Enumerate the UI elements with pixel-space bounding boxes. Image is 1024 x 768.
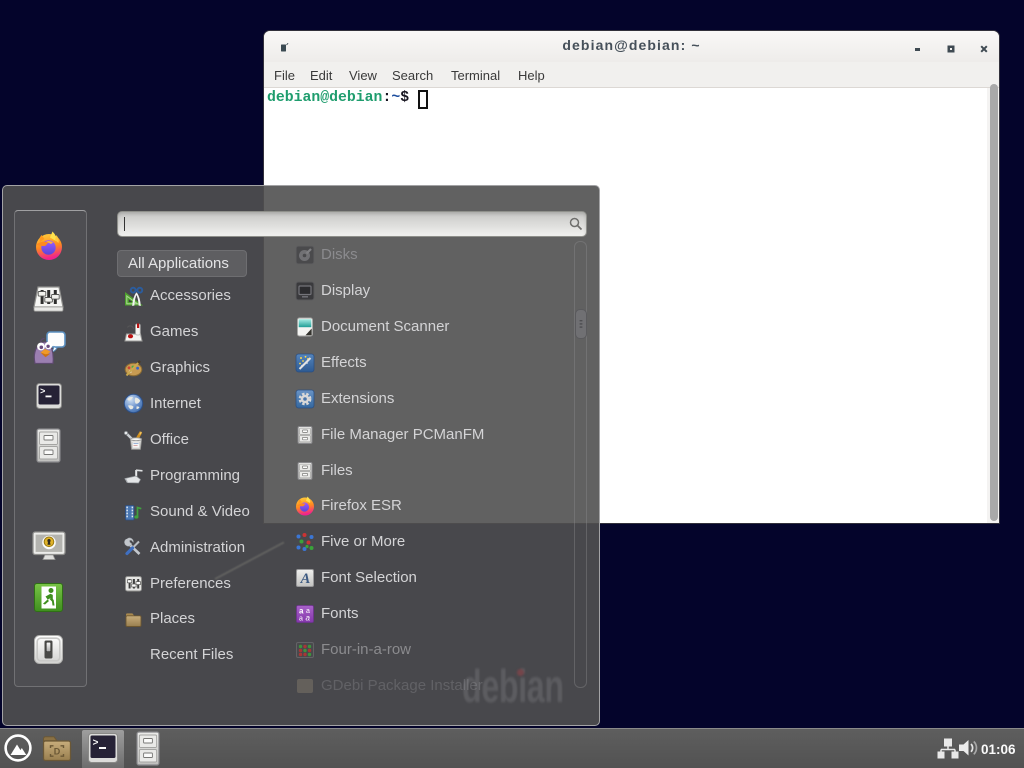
svg-text:a: a xyxy=(306,614,311,623)
svg-text:a: a xyxy=(299,607,304,616)
svg-text:A: A xyxy=(300,571,311,587)
svg-text:>: > xyxy=(93,739,99,750)
svg-text:a: a xyxy=(299,616,303,623)
svg-text:>: > xyxy=(40,387,45,397)
svg-text:D: D xyxy=(54,747,61,757)
